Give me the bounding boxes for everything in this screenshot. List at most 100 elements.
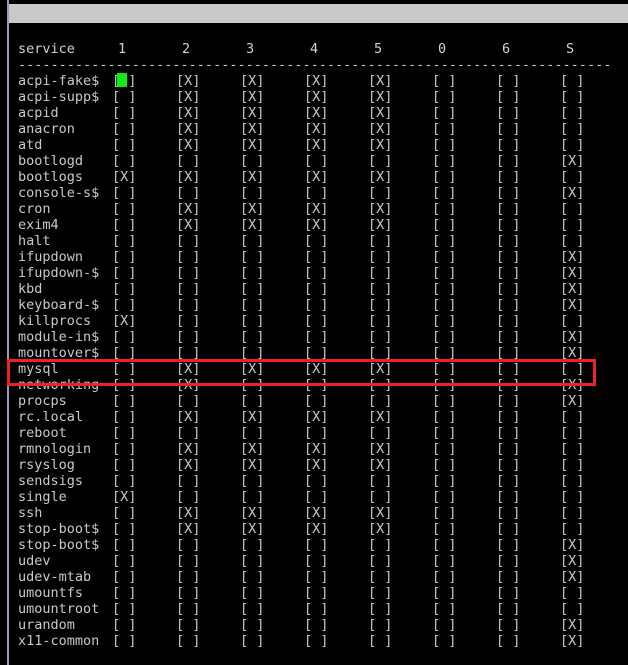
- runlevel-checkbox[interactable]: [ ]: [240, 329, 264, 345]
- runlevel-checkbox[interactable]: [ ]: [496, 233, 520, 249]
- runlevel-checkbox[interactable]: [ ]: [176, 489, 200, 505]
- runlevel-checkbox[interactable]: [ ]: [176, 537, 200, 553]
- runlevel-checkbox[interactable]: [X]: [240, 169, 264, 185]
- runlevel-checkbox[interactable]: [ ]: [432, 89, 456, 105]
- runlevel-checkbox[interactable]: [ ]: [496, 329, 520, 345]
- table-row[interactable]: single [X] [ ] [ ] [ ] [ ] [ ] [ ] [ ]: [0, 489, 628, 505]
- runlevel-checkbox[interactable]: [ ]: [304, 393, 328, 409]
- runlevel-checkbox[interactable]: [X]: [304, 137, 328, 153]
- runlevel-checkbox[interactable]: [ ]: [368, 233, 392, 249]
- runlevel-checkbox[interactable]: [ ]: [432, 361, 456, 377]
- runlevel-checkbox[interactable]: [ ]: [560, 409, 584, 425]
- runlevel-checkbox[interactable]: [ ]: [304, 601, 328, 617]
- runlevel-checkbox[interactable]: [ ]: [496, 361, 520, 377]
- runlevel-checkbox[interactable]: [ ]: [368, 489, 392, 505]
- runlevel-checkbox[interactable]: [ ]: [176, 569, 200, 585]
- runlevel-checkbox[interactable]: [X]: [176, 505, 200, 521]
- runlevel-checkbox[interactable]: [ ]: [304, 249, 328, 265]
- runlevel-checkbox[interactable]: [ ]: [560, 473, 584, 489]
- runlevel-checkbox[interactable]: [ ]: [240, 601, 264, 617]
- runlevel-checkbox[interactable]: [ ]: [432, 393, 456, 409]
- runlevel-checkbox[interactable]: [X]: [560, 569, 584, 585]
- runlevel-checkbox[interactable]: [ ]: [368, 473, 392, 489]
- runlevel-checkbox[interactable]: [ ]: [304, 329, 328, 345]
- runlevel-checkbox[interactable]: [ ]: [112, 569, 136, 585]
- runlevel-checkbox[interactable]: [ ]: [112, 153, 136, 169]
- table-row[interactable]: module-in$ [ ] [ ] [ ] [ ] [ ] [ ] [ ] [X]: [0, 329, 628, 345]
- table-row[interactable]: mysql [ ] [X] [X] [X] [X] [ ] [ ] [ ]: [0, 361, 628, 377]
- runlevel-checkbox[interactable]: [ ]: [496, 473, 520, 489]
- runlevel-checkbox[interactable]: [ ]: [112, 393, 136, 409]
- runlevel-checkbox[interactable]: [X]: [560, 185, 584, 201]
- runlevel-checkbox[interactable]: [ ]: [560, 137, 584, 153]
- runlevel-checkbox[interactable]: [ ]: [368, 249, 392, 265]
- runlevel-checkbox[interactable]: [ ]: [304, 233, 328, 249]
- table-row[interactable]: bootlogd [ ] [ ] [ ] [ ] [ ] [ ] [ ] [X]: [0, 153, 628, 169]
- runlevel-checkbox[interactable]: [ ]: [496, 217, 520, 233]
- runlevel-checkbox[interactable]: [ ]: [304, 553, 328, 569]
- runlevel-checkbox[interactable]: [ ]: [304, 585, 328, 601]
- runlevel-checkbox[interactable]: [ ]: [240, 185, 264, 201]
- runlevel-checkbox[interactable]: [ ]: [496, 185, 520, 201]
- runlevel-checkbox[interactable]: [X]: [304, 409, 328, 425]
- runlevel-checkbox[interactable]: [ ]: [432, 537, 456, 553]
- table-row[interactable]: urandom [ ] [ ] [ ] [ ] [ ] [ ] [ ] [X]: [0, 617, 628, 633]
- table-row[interactable]: reboot [ ] [ ] [ ] [ ] [ ] [ ] [ ] [ ]: [0, 425, 628, 441]
- table-row[interactable]: rmnologin [ ] [X] [X] [X] [X] [ ] [ ] [ ]: [0, 441, 628, 457]
- runlevel-checkbox[interactable]: [X]: [176, 73, 200, 89]
- runlevel-checkbox[interactable]: [ ]: [112, 233, 136, 249]
- runlevel-checkbox[interactable]: [ ]: [496, 313, 520, 329]
- runlevel-checkbox[interactable]: [X]: [240, 457, 264, 473]
- runlevel-checkbox[interactable]: [ ]: [432, 169, 456, 185]
- runlevel-checkbox[interactable]: [ ]: [112, 105, 136, 121]
- runlevel-checkbox[interactable]: [X]: [240, 201, 264, 217]
- runlevel-checkbox[interactable]: [ ]: [560, 233, 584, 249]
- runlevel-checkbox[interactable]: [X]: [176, 377, 200, 393]
- runlevel-checkbox[interactable]: [ ]: [112, 521, 136, 537]
- runlevel-checkbox[interactable]: [ ]: [240, 249, 264, 265]
- runlevel-checkbox[interactable]: [ ]: [112, 585, 136, 601]
- runlevel-checkbox[interactable]: [ ]: [368, 265, 392, 281]
- runlevel-checkbox[interactable]: [ ]: [240, 569, 264, 585]
- table-row[interactable]: ifupdown-$ [ ] [ ] [ ] [ ] [ ] [ ] [ ] [X]: [0, 265, 628, 281]
- runlevel-checkbox[interactable]: [ ]: [240, 233, 264, 249]
- runlevel-checkbox[interactable]: [ ]: [432, 185, 456, 201]
- runlevel-checkbox[interactable]: [ ]: [176, 425, 200, 441]
- runlevel-checkbox[interactable]: [ ]: [496, 89, 520, 105]
- runlevel-checkbox[interactable]: [ ]: [432, 601, 456, 617]
- runlevel-checkbox[interactable]: [ ]: [496, 521, 520, 537]
- runlevel-checkbox[interactable]: [ ]: [176, 185, 200, 201]
- runlevel-checkbox[interactable]: [X]: [368, 361, 392, 377]
- runlevel-checkbox[interactable]: [ ]: [560, 89, 584, 105]
- runlevel-checkbox[interactable]: [ ]: [176, 249, 200, 265]
- table-row[interactable]: cron [ ] [X] [X] [X] [X] [ ] [ ] [ ]: [0, 201, 628, 217]
- runlevel-checkbox[interactable]: [X]: [304, 201, 328, 217]
- runlevel-checkbox[interactable]: [ ]: [240, 281, 264, 297]
- runlevel-checkbox[interactable]: [X]: [304, 73, 328, 89]
- runlevel-checkbox[interactable]: [X]: [368, 441, 392, 457]
- runlevel-checkbox[interactable]: [ ]: [432, 137, 456, 153]
- table-row[interactable]: bootlogs [X] [X] [X] [X] [X] [ ] [ ] [ ]: [0, 169, 628, 185]
- runlevel-checkbox[interactable]: [ ]: [496, 345, 520, 361]
- runlevel-checkbox[interactable]: [ ]: [112, 505, 136, 521]
- runlevel-checkbox[interactable]: [ ]: [496, 201, 520, 217]
- runlevel-checkbox[interactable]: [ ]: [496, 633, 520, 649]
- runlevel-checkbox[interactable]: [X]: [560, 633, 584, 649]
- runlevel-checkbox[interactable]: [X]: [304, 169, 328, 185]
- runlevel-checkbox[interactable]: [ ]: [112, 457, 136, 473]
- runlevel-checkbox[interactable]: [X]: [176, 457, 200, 473]
- runlevel-checkbox[interactable]: [ ]: [432, 569, 456, 585]
- runlevel-checkbox[interactable]: [ ]: [176, 329, 200, 345]
- runlevel-checkbox[interactable]: [ ]: [432, 313, 456, 329]
- runlevel-checkbox[interactable]: [ ]: [432, 505, 456, 521]
- runlevel-checkbox[interactable]: [ ]: [240, 553, 264, 569]
- runlevel-checkbox[interactable]: [ ]: [368, 313, 392, 329]
- runlevel-checkbox[interactable]: [ ]: [304, 265, 328, 281]
- runlevel-checkbox[interactable]: [ ]: [496, 249, 520, 265]
- runlevel-checkbox[interactable]: [ ]: [304, 617, 328, 633]
- runlevel-checkbox[interactable]: [ ]: [496, 377, 520, 393]
- table-row[interactable]: udev-mtab [ ] [ ] [ ] [ ] [ ] [ ] [ ] [X]: [0, 569, 628, 585]
- runlevel-checkbox[interactable]: [ ]: [112, 361, 136, 377]
- runlevel-checkbox[interactable]: [ ]: [432, 441, 456, 457]
- runlevel-checkbox[interactable]: [X]: [368, 89, 392, 105]
